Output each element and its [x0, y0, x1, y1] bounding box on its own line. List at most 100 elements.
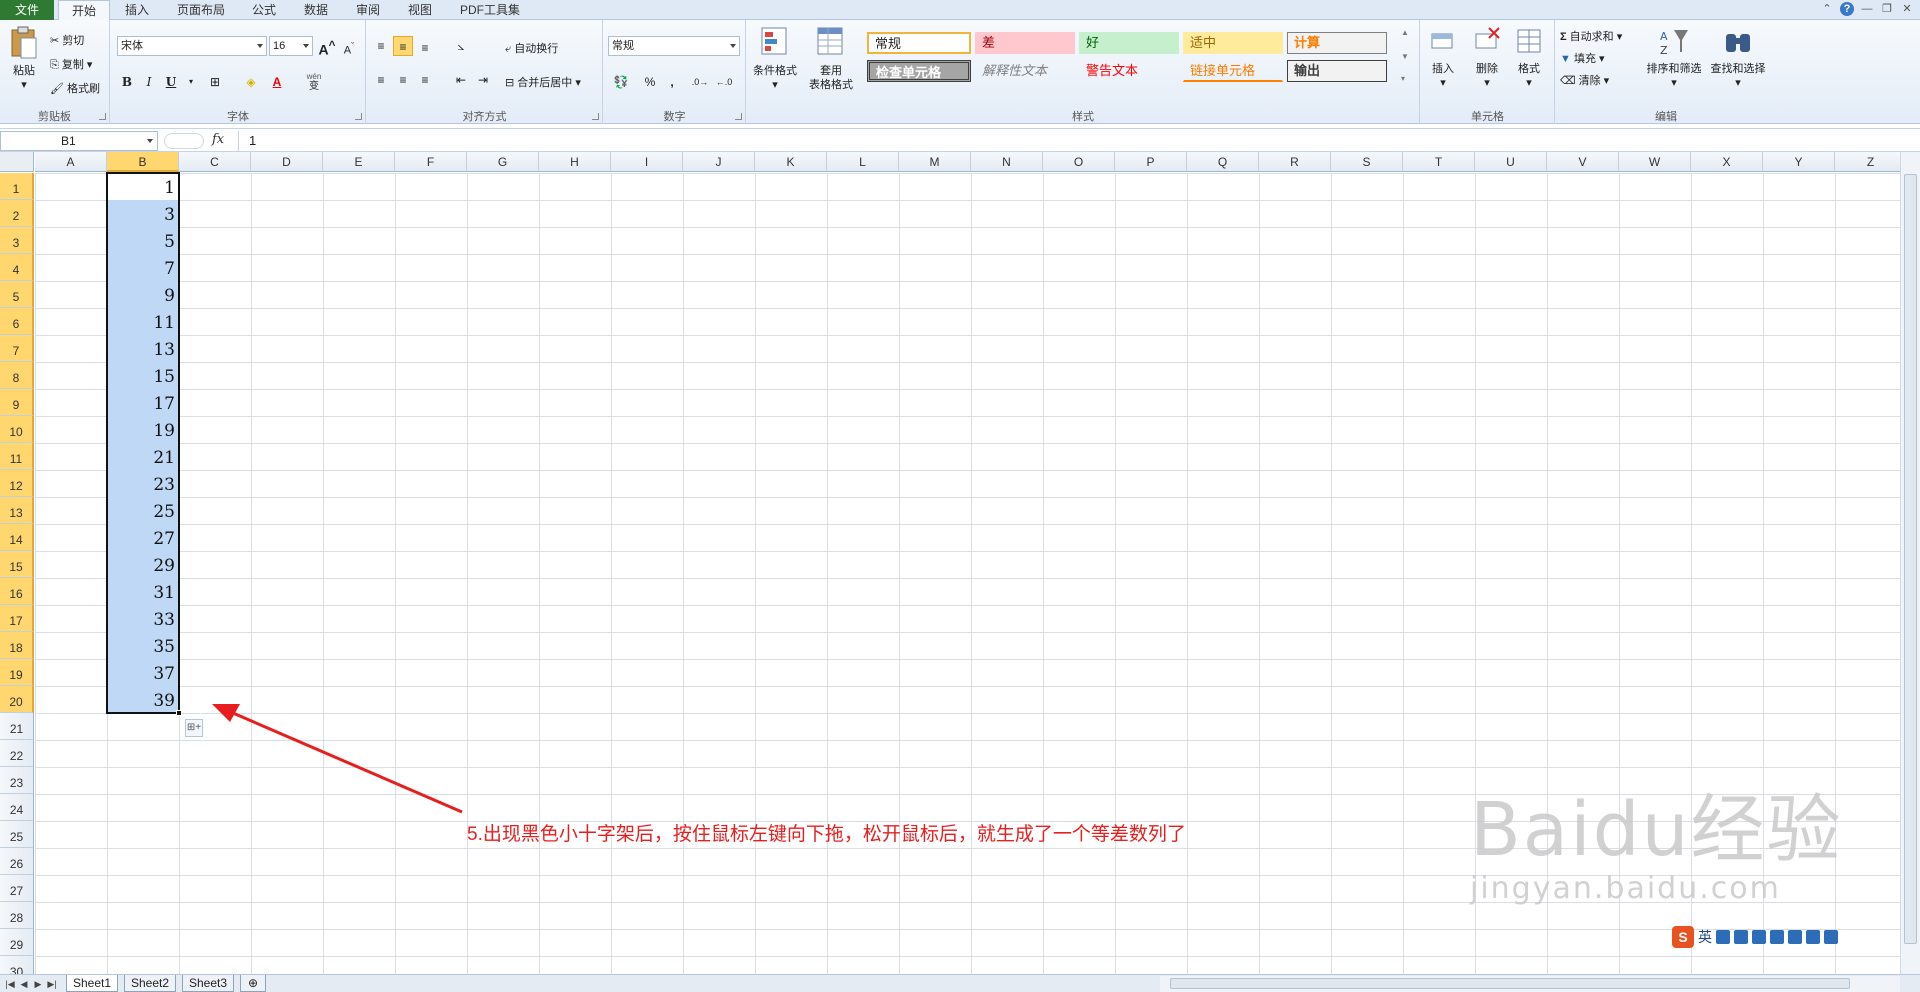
- column-header[interactable]: L: [827, 152, 899, 172]
- styles-more-icon[interactable]: ▾: [1401, 74, 1405, 83]
- font-name-select[interactable]: 宋体: [117, 36, 267, 56]
- tab-review[interactable]: 审阅: [346, 0, 390, 20]
- column-header[interactable]: V: [1547, 152, 1619, 172]
- tab-home[interactable]: 开始: [58, 0, 110, 21]
- tab-insert[interactable]: 插入: [114, 0, 160, 20]
- column-header[interactable]: D: [251, 152, 323, 172]
- vertical-scroll-thumb[interactable]: [1904, 174, 1917, 944]
- shrink-font-button[interactable]: Aˇ: [339, 36, 359, 57]
- style-check-cell[interactable]: 检查单元格: [867, 60, 971, 82]
- font-size-select[interactable]: 16: [269, 36, 313, 56]
- tab-page-layout[interactable]: 页面布局: [168, 0, 234, 20]
- column-header[interactable]: B: [107, 152, 179, 172]
- tab-file[interactable]: 文件: [0, 0, 54, 20]
- column-header[interactable]: G: [467, 152, 539, 172]
- row-header[interactable]: 6: [0, 308, 34, 335]
- row-header[interactable]: 2: [0, 200, 34, 227]
- vertical-scrollbar[interactable]: [1900, 152, 1920, 974]
- format-cells-button[interactable]: 格式 ▾: [1509, 26, 1549, 90]
- row-header[interactable]: 19: [0, 659, 34, 686]
- row-header[interactable]: 9: [0, 389, 34, 416]
- row-header[interactable]: 7: [0, 335, 34, 362]
- phonetic-button[interactable]: wén 变: [299, 72, 329, 92]
- column-header[interactable]: P: [1115, 152, 1187, 172]
- formula-input[interactable]: 1: [238, 131, 1908, 151]
- column-header[interactable]: X: [1691, 152, 1763, 172]
- italic-button[interactable]: I: [139, 72, 159, 92]
- column-header[interactable]: T: [1403, 152, 1475, 172]
- new-sheet-icon[interactable]: ⊕: [240, 975, 266, 992]
- row-header[interactable]: 8: [0, 362, 34, 389]
- column-header[interactable]: Y: [1763, 152, 1835, 172]
- column-header[interactable]: F: [395, 152, 467, 172]
- style-normal[interactable]: 常规: [867, 32, 971, 54]
- row-header[interactable]: 17: [0, 605, 34, 632]
- sort-filter-button[interactable]: AZ 排序和筛选 ▾: [1644, 26, 1704, 90]
- select-all-corner[interactable]: [0, 152, 34, 172]
- column-header[interactable]: Q: [1187, 152, 1259, 172]
- toolbox-icon[interactable]: [1824, 930, 1838, 944]
- paste-button[interactable]: 粘贴 ▾: [4, 26, 44, 92]
- chevron-down-icon[interactable]: ▾: [181, 72, 201, 92]
- row-header[interactable]: 15: [0, 551, 34, 578]
- style-warning[interactable]: 警告文本: [1079, 60, 1179, 82]
- close-icon[interactable]: ✕: [1900, 2, 1914, 16]
- row-header[interactable]: 30: [0, 956, 34, 974]
- find-select-button[interactable]: 查找和选择 ▾: [1708, 26, 1768, 90]
- row-header[interactable]: 24: [0, 794, 34, 821]
- currency-icon[interactable]: 💱: [608, 72, 634, 92]
- user-icon[interactable]: [1788, 930, 1802, 944]
- font-color-button[interactable]: A: [267, 72, 287, 92]
- minimize-icon[interactable]: —: [1860, 2, 1874, 16]
- microphone-icon[interactable]: [1752, 930, 1766, 944]
- prev-sheet-icon[interactable]: ◀: [18, 977, 30, 991]
- punctuation-icon[interactable]: [1716, 930, 1730, 944]
- row-header[interactable]: 25: [0, 821, 34, 848]
- autosum-button[interactable]: Σ 自动求和 ▾: [1560, 28, 1622, 44]
- align-right-icon[interactable]: ≡: [415, 70, 435, 90]
- fill-color-button[interactable]: ◈: [241, 72, 261, 92]
- first-sheet-icon[interactable]: |◀: [4, 977, 16, 991]
- alignment-launcher-icon[interactable]: [592, 113, 599, 120]
- row-header[interactable]: 28: [0, 902, 34, 929]
- row-header[interactable]: 29: [0, 929, 34, 956]
- horizontal-scroll-thumb[interactable]: [1170, 978, 1850, 989]
- style-output[interactable]: 输出: [1287, 60, 1387, 82]
- style-linked-cell[interactable]: 链接单元格: [1183, 60, 1283, 82]
- fill-handle[interactable]: [176, 710, 182, 716]
- format-painter-button[interactable]: 🖌 格式刷: [50, 80, 100, 96]
- comma-button[interactable]: ,: [662, 72, 682, 92]
- clear-button[interactable]: ⌫ 清除 ▾: [1560, 72, 1609, 88]
- underline-button[interactable]: U: [161, 72, 181, 92]
- decrease-indent-icon[interactable]: ⇤: [451, 70, 471, 90]
- ime-mode[interactable]: 英: [1698, 927, 1712, 947]
- last-sheet-icon[interactable]: ▶|: [46, 977, 58, 991]
- tab-formulas[interactable]: 公式: [242, 0, 286, 20]
- styles-scroll-up-icon[interactable]: ▲: [1401, 28, 1409, 37]
- row-header[interactable]: 12: [0, 470, 34, 497]
- column-header[interactable]: U: [1475, 152, 1547, 172]
- name-box[interactable]: B1: [0, 131, 158, 151]
- clipboard-launcher-icon[interactable]: [99, 113, 106, 120]
- bold-button[interactable]: B: [117, 72, 137, 92]
- increase-decimal-icon[interactable]: .0→: [690, 72, 710, 92]
- row-header[interactable]: 27: [0, 875, 34, 902]
- wrap-text-button[interactable]: ⤶ 自动换行: [505, 40, 558, 56]
- emoji-icon[interactable]: [1734, 930, 1748, 944]
- grow-font-button[interactable]: A^: [317, 36, 337, 58]
- column-header[interactable]: R: [1259, 152, 1331, 172]
- merge-center-button[interactable]: ⊟ 合并后居中 ▾: [505, 74, 581, 90]
- column-header[interactable]: Z: [1835, 152, 1900, 172]
- orientation-icon[interactable]: ⦣: [451, 36, 471, 56]
- fill-button[interactable]: ▼ 填充 ▾: [1560, 50, 1605, 66]
- restore-icon[interactable]: ❐: [1880, 2, 1894, 16]
- tab-view[interactable]: 视图: [398, 0, 442, 20]
- decrease-decimal-icon[interactable]: ←.0: [714, 72, 734, 92]
- align-center-icon[interactable]: ≡: [393, 70, 413, 90]
- style-neutral[interactable]: 适中: [1183, 32, 1283, 54]
- row-header[interactable]: 10: [0, 416, 34, 443]
- row-header[interactable]: 14: [0, 524, 34, 551]
- column-header[interactable]: O: [1043, 152, 1115, 172]
- sheet-tab-2[interactable]: Sheet2: [124, 975, 176, 992]
- column-header[interactable]: E: [323, 152, 395, 172]
